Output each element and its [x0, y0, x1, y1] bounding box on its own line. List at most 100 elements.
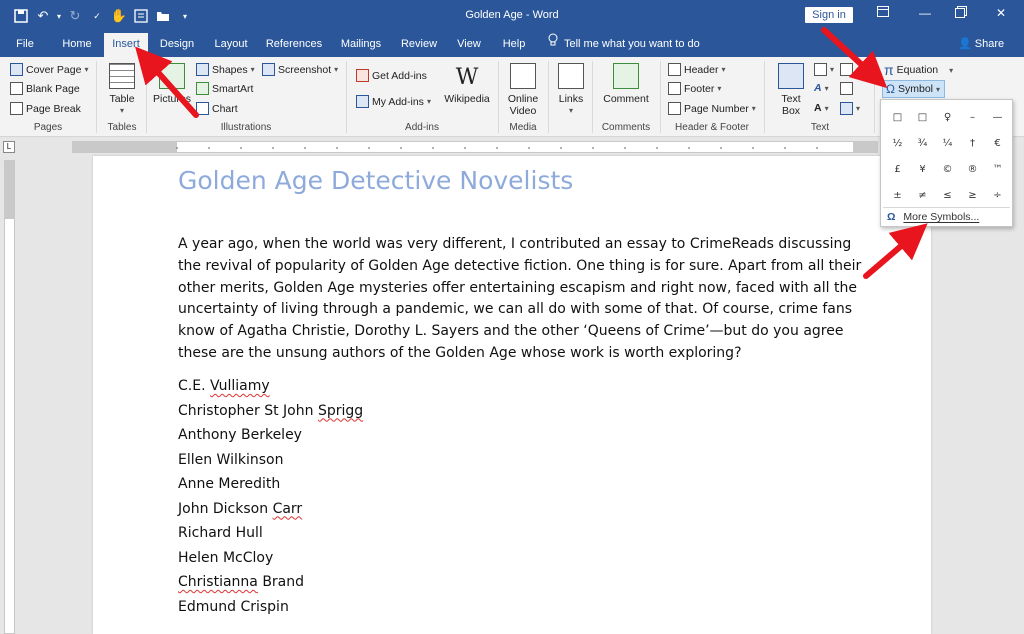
group-label-comments: Comments [601, 122, 651, 133]
footer-button[interactable]: Footer ▾ [668, 82, 721, 95]
page-number-icon [668, 102, 681, 115]
author-name-text: Christopher St John [178, 402, 318, 419]
cover-page-button[interactable]: Cover Page ▾ [10, 63, 88, 76]
author-name[interactable]: Edmund Crispin [178, 596, 363, 621]
equation-button[interactable]: π Equation ▾ [884, 62, 953, 78]
document-title[interactable]: Golden Age Detective Novelists [178, 166, 573, 195]
spelling-flagged-word[interactable]: Carr [273, 501, 303, 517]
spelling-flagged-word[interactable]: Christianna [178, 574, 258, 590]
symbol-cell[interactable]: ≥ [960, 182, 985, 208]
symbol-cell[interactable]: ÷ [985, 182, 1010, 208]
links-button[interactable]: Links ▾ [554, 63, 588, 117]
author-name[interactable]: Anthony Berkeley [178, 424, 363, 449]
symbol-cell[interactable]: ¥ [910, 156, 935, 182]
author-name[interactable]: Christopher St John Sprigg [178, 400, 363, 425]
symbol-cell[interactable]: — [985, 104, 1010, 130]
symbol-cell[interactable]: ¼ [935, 130, 960, 156]
get-addins-button[interactable]: Get Add-ins [356, 69, 427, 82]
tell-me-search[interactable]: Tell me what you want to do [548, 31, 700, 57]
group-label-addins: Add-ins [405, 122, 439, 133]
author-list[interactable]: C.E. Vulliamy Christopher St John Sprigg A… [178, 375, 363, 620]
symbol-cell[interactable]: ® [960, 156, 985, 182]
author-name[interactable]: Christianna Brand [178, 571, 363, 596]
symbol-label: Symbol [897, 83, 933, 95]
text-box-button[interactable]: Text Box [774, 63, 808, 117]
body-paragraph[interactable]: A year ago, when the world was very diff… [178, 234, 868, 365]
shapes-icon [196, 63, 209, 76]
tab-help[interactable]: Help [496, 31, 532, 57]
online-video-button[interactable]: Online Video [504, 63, 542, 117]
share-button[interactable]: 👤 Share [958, 31, 1004, 57]
comment-button[interactable]: Comment [598, 63, 654, 105]
screenshot-button[interactable]: Screenshot ▾ [262, 63, 338, 76]
tab-references[interactable]: References [264, 31, 324, 57]
symbol-cell[interactable]: ™ [985, 156, 1010, 182]
table-label: Table [109, 93, 135, 105]
chart-button[interactable]: Chart [196, 102, 238, 115]
wordart-button[interactable]: A ▾ [814, 82, 829, 94]
group-label-header-footer: Header & Footer [675, 122, 749, 133]
symbol-cell[interactable]: – [960, 104, 985, 130]
blank-page-button[interactable]: Blank Page [10, 82, 80, 95]
tab-insert[interactable]: Insert [104, 33, 148, 57]
page-break-button[interactable]: Page Break [10, 102, 81, 115]
table-button[interactable]: Table ▾ [104, 63, 140, 117]
tab-file[interactable]: File [8, 31, 42, 57]
pictures-button[interactable]: Pictures [152, 63, 192, 105]
symbol-cell[interactable]: ± [885, 182, 910, 208]
symbol-cell[interactable]: € [985, 130, 1010, 156]
text-box-label-2: Box [781, 105, 801, 117]
more-symbols-item[interactable]: Ω More Symbols... [887, 208, 979, 226]
shapes-button[interactable]: Shapes ▾ [196, 63, 255, 76]
date-time-button[interactable] [840, 82, 853, 95]
vertical-scrollbar[interactable] [1009, 156, 1024, 634]
smartart-button[interactable]: SmartArt [196, 82, 253, 95]
minimize-icon[interactable]: — [910, 6, 940, 24]
ribbon-display-options-icon[interactable] [868, 6, 898, 24]
my-addins-button[interactable]: My Add-ins ▾ [356, 95, 431, 108]
symbol-cell[interactable]: ¾ [910, 130, 935, 156]
spelling-flagged-word[interactable]: Vulliamy [210, 378, 270, 394]
tab-view[interactable]: View [450, 31, 488, 57]
symbol-cell[interactable]: ♀ [935, 104, 960, 130]
tab-home[interactable]: Home [56, 31, 98, 57]
restore-icon[interactable] [946, 6, 976, 24]
header-button[interactable]: Header ▾ [668, 63, 725, 76]
symbol-cell[interactable]: □ [910, 104, 935, 130]
author-name[interactable]: Helen McCloy [178, 547, 363, 572]
object-button[interactable]: ▾ [840, 102, 860, 115]
page-number-button[interactable]: Page Number ▾ [668, 102, 756, 115]
symbol-cell[interactable]: ≠ [910, 182, 935, 208]
header-label: Header [684, 63, 719, 76]
author-name[interactable]: Anne Meredith [178, 473, 363, 498]
author-name-text: Anne Meredith [178, 476, 281, 492]
text-box-label-1: Text [781, 93, 801, 105]
symbol-cell[interactable]: ≤ [935, 182, 960, 208]
tab-review[interactable]: Review [396, 31, 442, 57]
author-name[interactable]: Ellen Wilkinson [178, 449, 363, 474]
author-name[interactable]: Richard Hull [178, 522, 363, 547]
tab-design[interactable]: Design [155, 31, 199, 57]
symbol-cell[interactable]: □ [885, 104, 910, 130]
smartart-label: SmartArt [212, 82, 254, 95]
symbol-cell[interactable]: £ [885, 156, 910, 182]
tab-selector[interactable]: L [3, 141, 15, 153]
author-name[interactable]: C.E. Vulliamy [178, 375, 363, 400]
tab-mailings[interactable]: Mailings [334, 31, 388, 57]
spelling-flagged-word[interactable]: Sprigg [318, 403, 363, 419]
get-addins-label: Get Add-ins [372, 69, 427, 82]
tab-layout[interactable]: Layout [208, 31, 254, 57]
wikipedia-button[interactable]: W Wikipedia [442, 63, 492, 105]
page-break-icon [10, 102, 23, 115]
symbol-cell[interactable]: ½ [885, 130, 910, 156]
close-icon[interactable]: ✕ [986, 6, 1016, 24]
sign-in-button[interactable]: Sign in [805, 7, 853, 23]
symbol-button[interactable]: Ω Symbol ▾ [882, 80, 945, 98]
drop-cap-button[interactable]: A ▾ [814, 102, 829, 114]
signature-line-button[interactable] [840, 63, 853, 76]
horizontal-ruler[interactable] [72, 141, 878, 153]
author-name[interactable]: John Dickson Carr [178, 498, 363, 523]
symbol-cell[interactable]: † [960, 130, 985, 156]
quick-parts-button[interactable]: ▾ [814, 63, 834, 76]
symbol-cell[interactable]: © [935, 156, 960, 182]
